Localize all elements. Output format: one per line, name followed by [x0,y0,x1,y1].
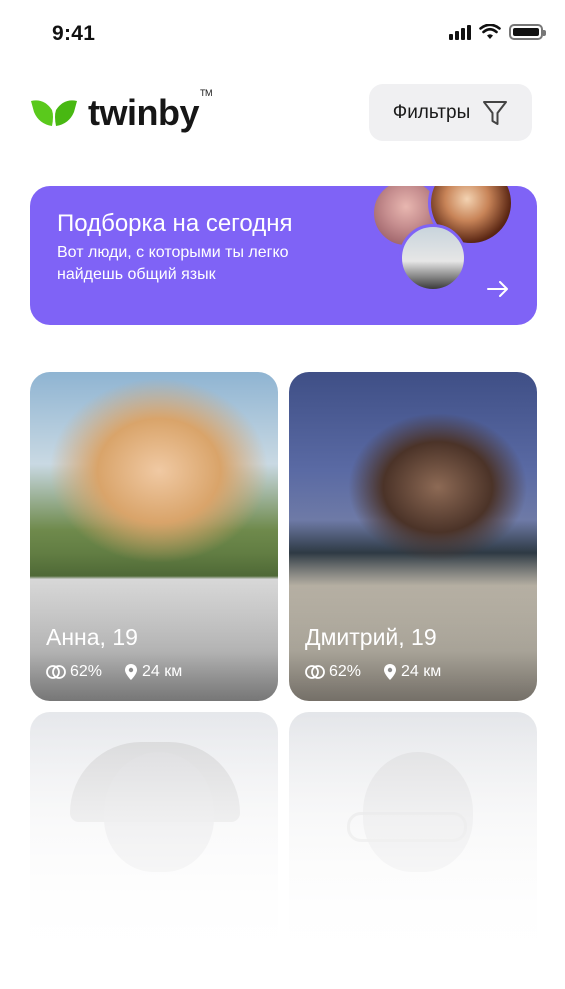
location-pin-icon [125,664,138,680]
battery-icon [509,24,546,40]
wifi-icon [479,24,501,39]
status-bar: 9:41 [0,0,565,70]
profile-meta: 62% 24 км [46,663,182,681]
daily-picks-banner[interactable]: Подборка на сегодня Вот люди, с которыми… [30,186,537,325]
profile-name: Дмитрий, 19 [305,624,437,650]
match-percent: 62% [329,663,362,680]
status-time: 9:41 [52,22,96,45]
profile-photo-placeholder [104,752,214,872]
profile-photo-placeholder [347,812,467,842]
brand-logo: twinbyTM [30,88,213,134]
filters-label: Фильтры [392,101,471,123]
banner-subtitle: Вот люди, с которыми ты легко найдешь об… [57,244,289,283]
distance: 24 км [124,663,182,681]
compatibility-icon [305,665,325,679]
distance-value: 24 км [142,663,183,680]
brand-name: twinbyTM [88,88,213,133]
distance-value: 24 км [401,663,442,680]
avatar [399,224,467,292]
profile-meta: 62% 24 км [305,663,441,681]
status-icons [449,24,546,40]
trademark: TM [200,88,213,98]
arrow-right-icon[interactable] [487,281,509,297]
profile-name: Анна, 19 [46,624,138,650]
profile-card[interactable]: Дмитрий, 19 62% 24 км [289,372,537,701]
location-pin-icon [384,664,397,680]
profile-card-faded[interactable] [289,712,537,989]
cellular-signal-icon [449,24,471,40]
twinby-logo-icon [31,100,77,126]
banner-title: Подборка на сегодня [57,210,293,237]
funnel-icon [483,100,508,125]
match-score: 62% [305,663,361,681]
distance: 24 км [383,663,441,681]
profile-card[interactable]: Анна, 19 62% 24 км [30,372,278,701]
match-percent: 62% [70,663,103,680]
match-score: 62% [46,663,102,681]
profile-card-faded[interactable] [30,712,278,989]
filters-button[interactable]: Фильтры [369,84,532,141]
compatibility-icon [46,665,66,679]
